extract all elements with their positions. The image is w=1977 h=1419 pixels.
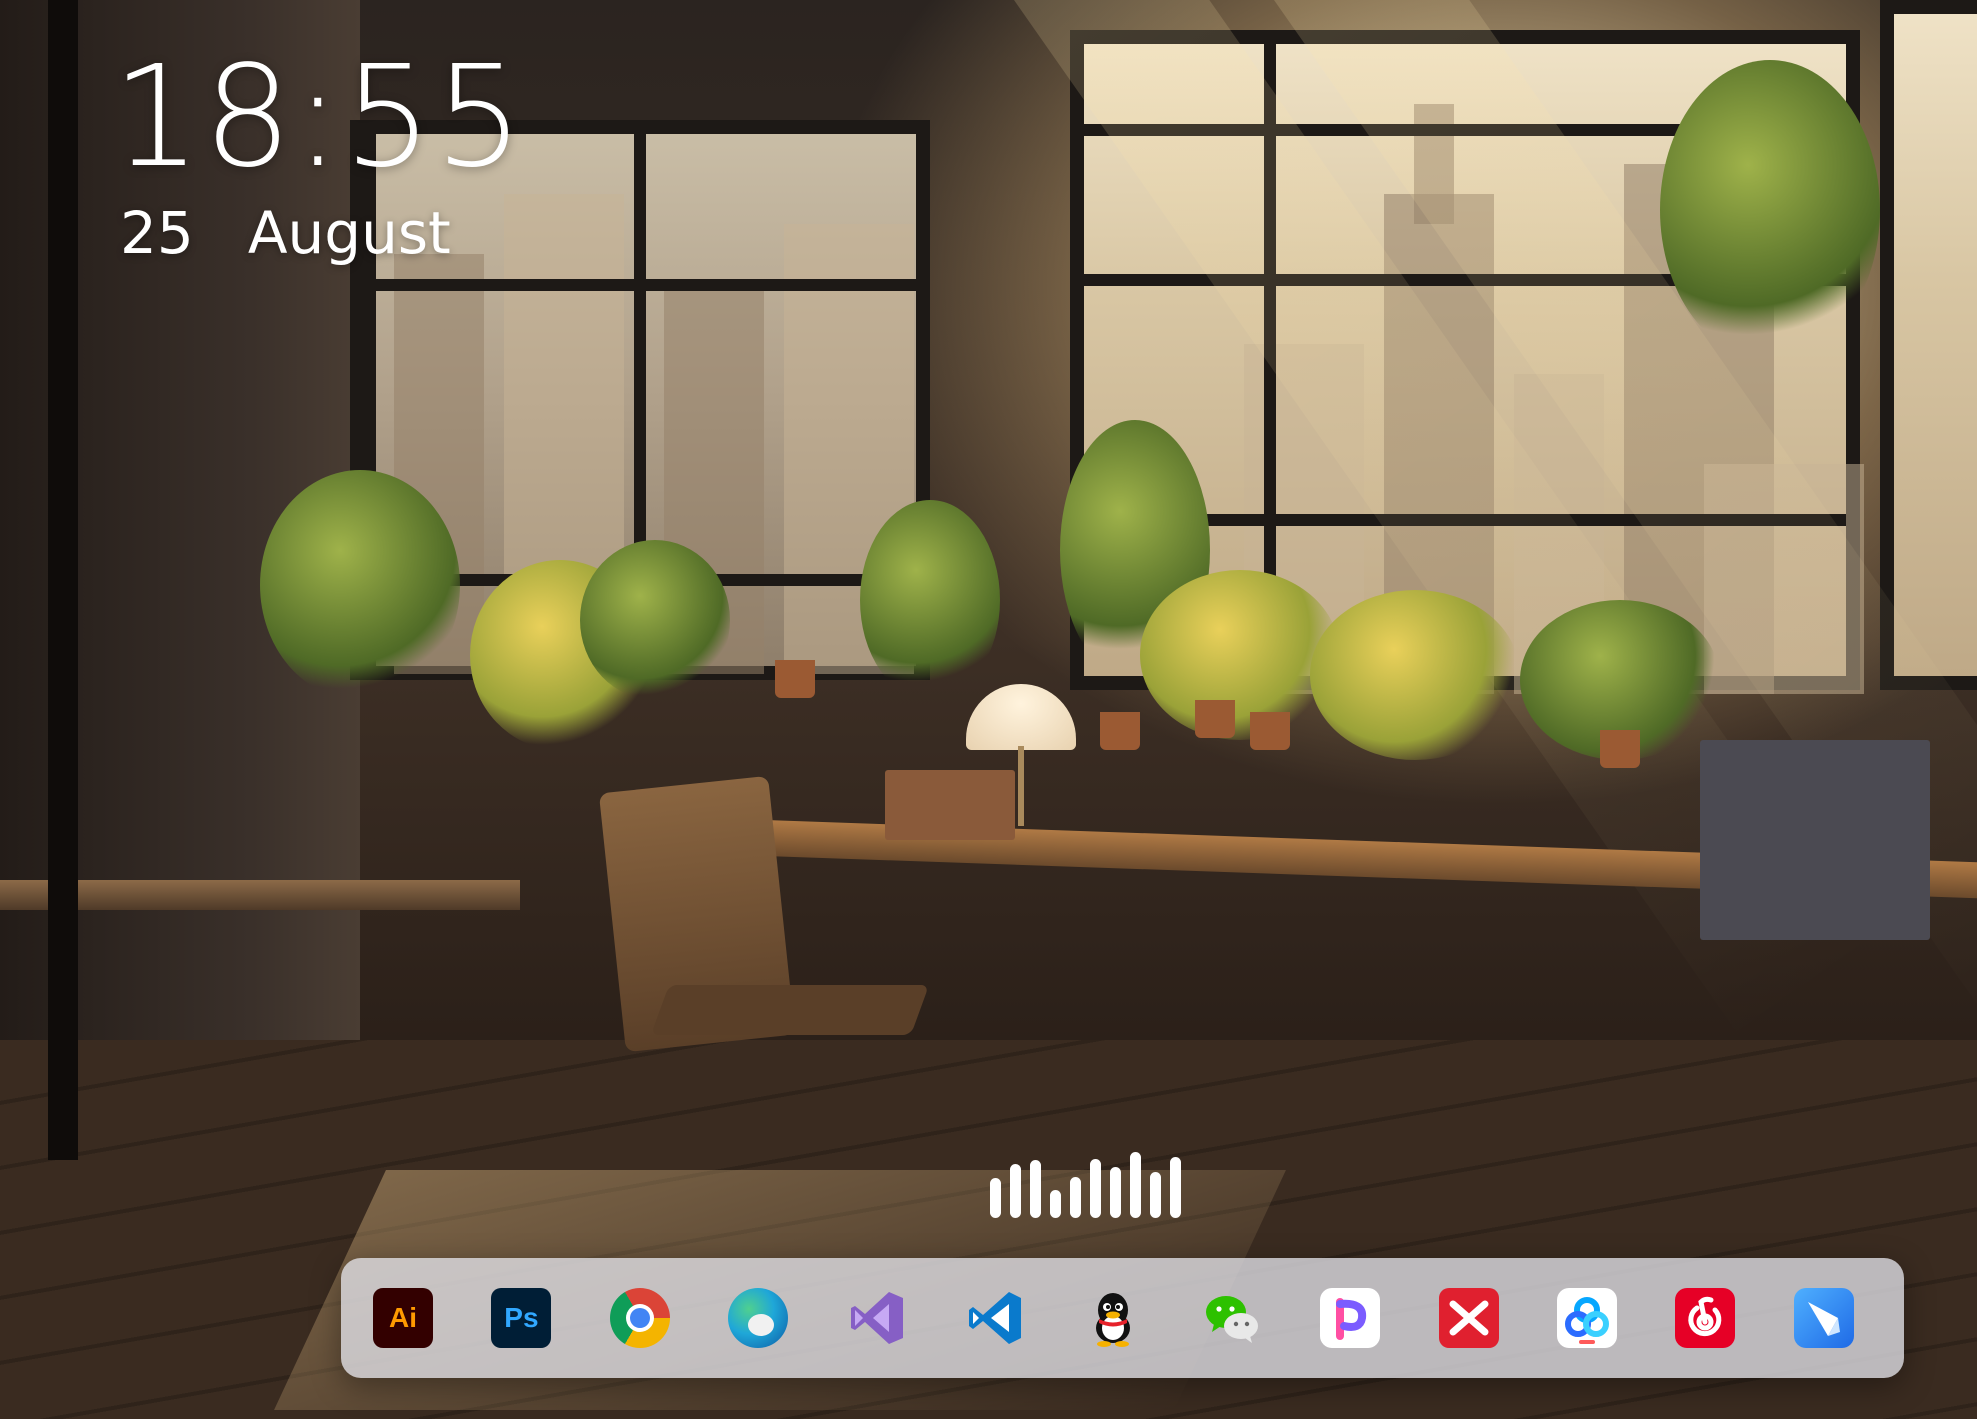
dock-app-illustrator[interactable]: Ai: [373, 1288, 433, 1348]
dock-app-pin[interactable]: [1320, 1288, 1381, 1348]
dock-app-netease-music[interactable]: [1675, 1288, 1736, 1348]
wallpaper-plant: [580, 540, 730, 700]
feishu-icon: [1807, 1302, 1840, 1336]
illustrator-icon: Ai: [389, 1302, 417, 1333]
wallpaper-plant: [1310, 590, 1520, 760]
wallpaper-window-far: [1880, 0, 1977, 690]
dock-app-xmind[interactable]: [1438, 1288, 1499, 1348]
visualizer-bar: [1030, 1160, 1041, 1218]
netease-cloud-music-icon: [1688, 1296, 1722, 1337]
wallpaper-lamp-stem: [1018, 746, 1024, 826]
vscode-icon: [969, 1292, 1022, 1344]
wallpaper-lamp: [966, 684, 1076, 750]
wallpaper-pot: [1100, 712, 1140, 750]
clock-date: 25 August: [120, 204, 451, 262]
wallpaper-plant: [860, 500, 1000, 700]
dock-app-vscode[interactable]: [965, 1288, 1025, 1348]
dock-app-qq[interactable]: [1083, 1288, 1143, 1348]
clock-day: 25: [120, 199, 194, 267]
baidu-netdisk-icon: [1565, 1297, 1610, 1344]
visualizer-bar: [1070, 1177, 1081, 1218]
visualizer-bar: [1090, 1159, 1101, 1218]
wallpaper-plant: [1140, 570, 1340, 740]
wallpaper-pillar: [48, 0, 78, 1160]
visualizer-bar: [990, 1178, 1001, 1218]
clock-time: 18:55: [112, 36, 526, 199]
audio-visualizer: [990, 1148, 1214, 1218]
visualizer-bar: [1010, 1164, 1021, 1218]
dock-app-chrome[interactable]: [609, 1288, 670, 1348]
wallpaper-desk-left: [0, 880, 520, 910]
dock-app-edge[interactable]: [728, 1288, 789, 1348]
visualizer-bar: [1130, 1152, 1141, 1218]
xmind-icon: [1449, 1300, 1489, 1336]
dock-app-feishu[interactable]: [1793, 1288, 1854, 1348]
dock-app-photoshop[interactable]: Ps: [491, 1288, 552, 1348]
visualizer-bar: [1170, 1157, 1181, 1218]
qq-penguin-icon: [1096, 1293, 1131, 1347]
photoshop-icon: Ps: [504, 1302, 539, 1333]
visualizer-bar: [1110, 1167, 1121, 1218]
pin-app-icon: [1336, 1298, 1367, 1340]
wallpaper-pot: [1250, 712, 1290, 750]
app-dock: Ai Ps: [341, 1258, 1904, 1378]
wallpaper-pot: [775, 660, 815, 698]
wallpaper-hanging-plant: [1660, 60, 1880, 360]
wallpaper-books: [1700, 740, 1930, 940]
clock-month: August: [247, 199, 451, 267]
visual-studio-icon: [850, 1292, 903, 1344]
wallpaper-pot: [1195, 700, 1235, 738]
dock-app-visual-studio[interactable]: [847, 1288, 907, 1348]
dock-app-baidu-netdisk[interactable]: [1557, 1288, 1618, 1348]
wallpaper-books: [885, 770, 1015, 840]
wallpaper-chair-seat: [650, 985, 930, 1035]
wallpaper-pot: [1600, 730, 1640, 768]
dock-app-wechat[interactable]: [1202, 1288, 1262, 1348]
wallpaper-plant: [260, 470, 460, 700]
visualizer-bar: [1050, 1190, 1061, 1218]
visualizer-bar: [1150, 1172, 1161, 1218]
wechat-icon: [1205, 1296, 1258, 1343]
